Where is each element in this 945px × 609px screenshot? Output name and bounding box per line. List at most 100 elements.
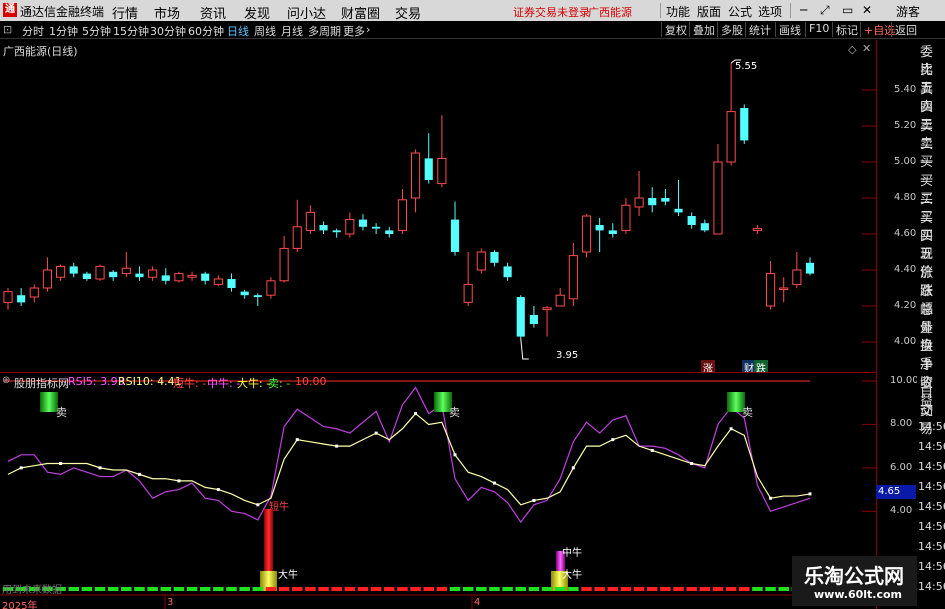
rsi-dot (374, 431, 378, 435)
close-icon[interactable]: ✕ (862, 3, 872, 17)
rsi-dot (532, 498, 536, 502)
indicator-tick-label: 4.00 (890, 505, 913, 517)
btn-restore-right[interactable]: 复权 (661, 22, 687, 37)
status-cell (134, 587, 145, 591)
candle-body (621, 204, 631, 231)
status-cell (331, 587, 342, 591)
menu-market[interactable]: 市场 (154, 3, 180, 22)
candlestick-panel[interactable]: 广西能源(日线) ◇ ✕ 5.55 3.95 涨 财 跌 (0, 40, 876, 375)
period-timeshare[interactable]: 分时 (22, 23, 44, 39)
price-tick-label: 4.20 (894, 300, 917, 311)
guest-user[interactable]: 游客 (896, 3, 920, 20)
candle-body (713, 161, 723, 235)
menu-ask[interactable]: 问小达 (287, 3, 326, 22)
rsi-dot (216, 488, 220, 492)
btn-f10[interactable]: F10 (805, 22, 829, 37)
btn-overlay[interactable]: 叠加 (689, 22, 715, 37)
price-tick-label: 4.80 (894, 192, 917, 203)
status-cell (449, 587, 461, 591)
login-warning[interactable]: 证券交易未登录 (513, 4, 590, 20)
status-cell (94, 587, 106, 591)
btn-back[interactable]: 返回 (891, 22, 917, 37)
candle-body (3, 291, 13, 303)
status-cell (528, 587, 540, 591)
btn-multi-stock[interactable]: 多股 (717, 22, 743, 37)
sell-signal-label: 卖 (56, 406, 67, 419)
trade-time: 14:56 (918, 480, 945, 493)
candle-body (174, 273, 184, 282)
candle-body (568, 255, 578, 300)
btn-add-watchlist[interactable]: +自选 (860, 22, 895, 37)
period-weekly[interactable]: 周线 (254, 23, 276, 39)
candle-body (319, 225, 328, 231)
menu-function[interactable]: 功能 (666, 3, 690, 20)
watermark: 乐淘公式网 www.60lt.com (792, 556, 917, 606)
candle-body (372, 226, 381, 229)
candle-body (490, 252, 499, 263)
candle-body (227, 279, 236, 288)
candle-body (385, 230, 394, 234)
high-price-label: 5.55 (735, 61, 758, 72)
period-monthly[interactable]: 月线 (281, 23, 303, 39)
candle-body (476, 251, 486, 271)
price-tick-label: 5.00 (894, 156, 917, 167)
candle-body (437, 157, 447, 185)
btn-draw[interactable]: 画线 (775, 22, 801, 37)
period-multi[interactable]: 多周期 (308, 23, 341, 39)
period-5min[interactable]: 5分钟 (82, 23, 111, 39)
sell-signal-label: 卖 (449, 406, 460, 419)
menu-discover[interactable]: 发现 (244, 3, 270, 22)
candle-body (56, 265, 66, 278)
status-cell (607, 587, 619, 591)
rsi-dot (453, 453, 457, 457)
minimize-icon[interactable]: ─ (800, 3, 807, 17)
period-daily[interactable]: 日线 (227, 23, 249, 39)
candle-body (648, 198, 657, 206)
rsi-dot (729, 427, 733, 431)
short-bull-value: 短牛: - (173, 377, 207, 390)
title-bar: 通 通达信金融终端 行情 市场 资讯 发现 问小达 财富圈 交易 证券交易未登录… (0, 0, 945, 22)
status-cell (410, 587, 421, 591)
candle-body (595, 225, 604, 231)
status-cell (173, 587, 185, 591)
indicator-panel[interactable]: ⊕ 股朋指标网 RSI5: 3.93 RSI10: 4.41 短牛: - 中牛:… (0, 373, 876, 609)
period-15min[interactable]: 15分钟 (113, 23, 149, 39)
menu-layout[interactable]: 版面 (697, 3, 721, 20)
status-cell (305, 587, 316, 591)
rsi-dot (690, 462, 694, 466)
trade-time: 14:56 (918, 440, 945, 453)
candle-body (292, 226, 302, 249)
candlestick-chart[interactable] (0, 40, 876, 372)
rsi-dot (492, 481, 496, 485)
window-icon[interactable]: ▭ (842, 3, 853, 17)
menu-trade[interactable]: 交易 (395, 3, 421, 22)
menu-options[interactable]: 选项 (758, 3, 782, 20)
future-data-note: 用到未来数据 (2, 585, 62, 596)
menu-quotes[interactable]: 行情 (112, 3, 138, 22)
candle-body (332, 230, 341, 233)
rsi5-value: RSI5: 3.93 (68, 375, 125, 388)
toolbar-toggle-icon[interactable]: ⊡ (3, 23, 12, 36)
indicator-toggle-icon[interactable]: ⊕ (2, 375, 10, 386)
candle-body (765, 273, 776, 307)
period-more[interactable]: 更多 (343, 23, 365, 39)
candle-body (29, 287, 39, 298)
period-toolbar: ⊡ 分时 1分钟 5分钟 15分钟 30分钟 60分钟 日线 周线 月线 多周期… (0, 21, 945, 39)
status-cell (384, 587, 395, 591)
btn-mark[interactable]: 标记 (832, 22, 858, 37)
chevron-right-icon[interactable]: › (366, 23, 370, 36)
menu-wealth[interactable]: 财富圈 (341, 3, 380, 22)
period-60min[interactable]: 60分钟 (188, 23, 224, 39)
status-cell (515, 587, 527, 591)
candle-body (779, 287, 789, 290)
period-1min[interactable]: 1分钟 (49, 23, 78, 39)
candle-body (135, 273, 144, 278)
menu-news[interactable]: 资讯 (200, 3, 226, 22)
btn-statistics[interactable]: 统计 (745, 22, 771, 37)
candle-body (687, 216, 696, 225)
indicator-name[interactable]: 股朋指标网 (14, 375, 69, 391)
menu-formula[interactable]: 公式 (728, 3, 752, 20)
period-30min[interactable]: 30分钟 (150, 23, 186, 39)
fullscreen-icon[interactable]: ⤢ (820, 3, 830, 18)
status-cell (81, 587, 93, 591)
